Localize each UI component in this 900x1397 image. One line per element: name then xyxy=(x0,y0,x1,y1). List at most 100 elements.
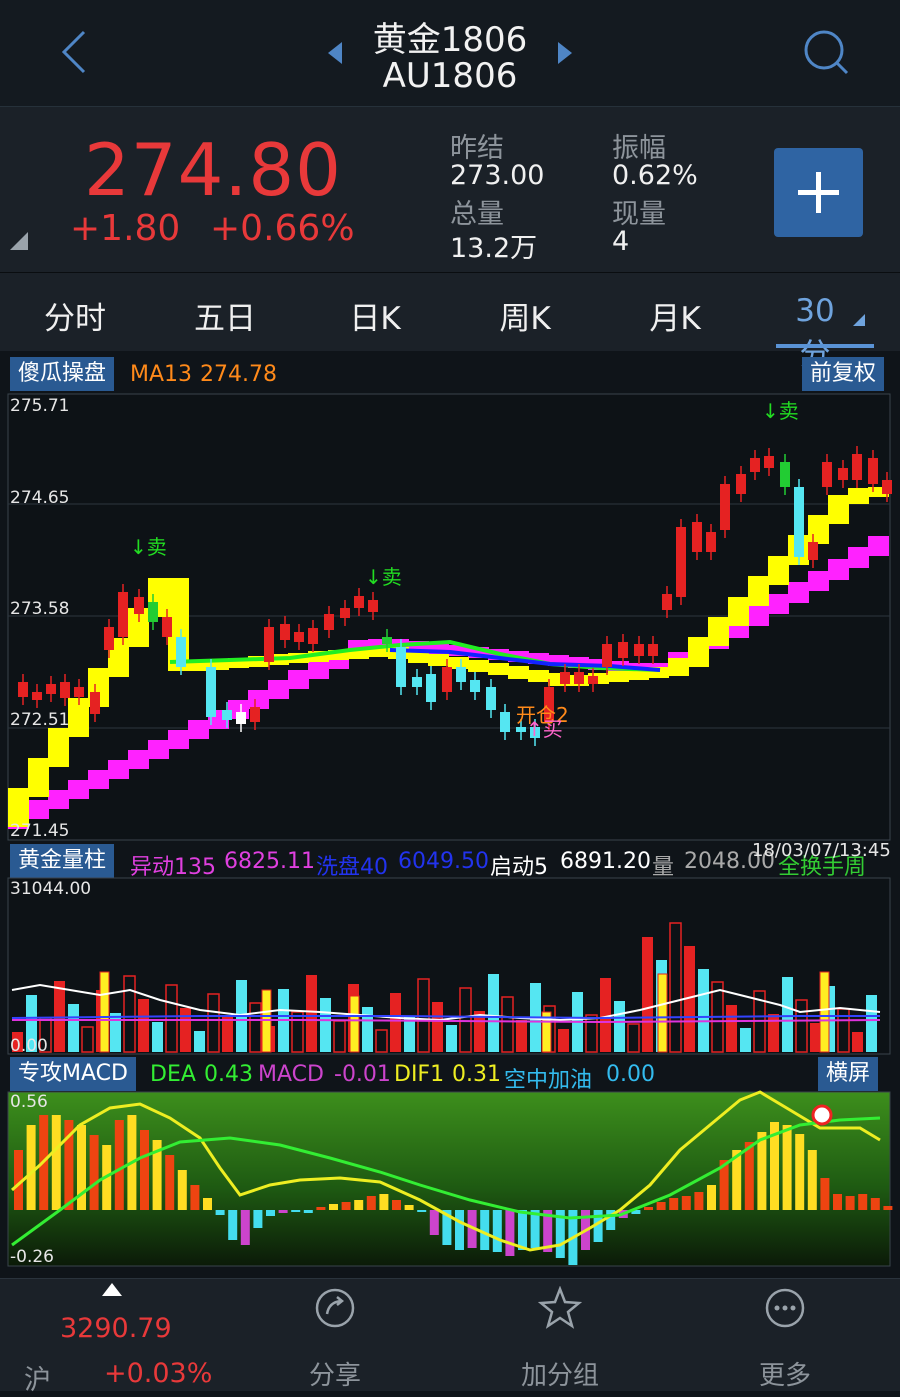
macd-bar xyxy=(165,1155,175,1210)
macd-bar xyxy=(89,1135,99,1210)
volume-highlight-bar xyxy=(657,973,668,1053)
macd-bar xyxy=(820,1178,830,1210)
ma-value: 274.78 xyxy=(200,362,277,387)
adjust-button[interactable]: 前复权 xyxy=(802,357,885,391)
back-button[interactable] xyxy=(48,26,96,78)
index-value[interactable]: 3290.79 xyxy=(60,1313,172,1344)
search-icon xyxy=(804,30,849,75)
candle-body xyxy=(750,458,760,472)
macd-legend-dif-label: DIF1 xyxy=(394,1062,445,1087)
period-tabs: 分时 五日 日K 周K 月K 30分 xyxy=(0,272,900,373)
macd-bar xyxy=(215,1210,225,1215)
candle-body xyxy=(720,484,730,530)
candle-body xyxy=(692,522,702,552)
volume-bar xyxy=(110,1013,121,1052)
ma-slow-segment xyxy=(168,730,189,749)
ma-fast-segment xyxy=(488,663,509,675)
main-indicator-label[interactable]: 傻瓜操盘 xyxy=(10,357,115,391)
more-label: 更多 xyxy=(758,1361,811,1391)
macd-bar xyxy=(228,1210,238,1240)
macd-bar xyxy=(392,1200,401,1210)
share-button[interactable]: 分享 xyxy=(280,1286,390,1392)
macd-y-min: -0.26 xyxy=(10,1247,54,1267)
candle-body xyxy=(852,454,862,480)
macd-legend-macd-value: -0.01 xyxy=(334,1062,391,1087)
current-volume-value: 4 xyxy=(612,226,630,257)
volume-bar xyxy=(68,1004,79,1052)
sell-signal-1: ↓卖 xyxy=(130,535,167,559)
volume-bar xyxy=(138,999,149,1052)
macd-bar xyxy=(707,1185,716,1210)
macd-indicator-label[interactable]: 专攻MACD xyxy=(10,1057,136,1091)
plus-icon xyxy=(798,172,839,213)
bar-timestamp: 18/03/07/13:45 xyxy=(752,840,891,861)
add-group-button[interactable]: 加分组 xyxy=(505,1285,615,1392)
macd-legend-dea-value: 0.43 xyxy=(204,1062,253,1087)
candle-body xyxy=(222,710,232,720)
macd-legend-dea-label: DEA xyxy=(150,1062,196,1087)
ma-slow-segment xyxy=(68,780,89,799)
volume-chart xyxy=(7,877,891,1055)
more-icon xyxy=(765,1288,805,1328)
candle-body xyxy=(308,628,318,644)
ma-slow-segment xyxy=(48,790,69,809)
macd-bar xyxy=(291,1210,301,1212)
sell-signal-2: ↓卖 xyxy=(365,565,402,589)
candle-body xyxy=(764,456,774,468)
tab-daily-k[interactable]: 日K xyxy=(340,293,410,338)
macd-legend-macd-label: MACD xyxy=(258,1062,324,1087)
next-contract-button[interactable] xyxy=(552,38,578,68)
more-button[interactable]: 更多 xyxy=(730,1286,840,1392)
contract-code: AU1806 xyxy=(382,56,518,96)
candle-body xyxy=(148,602,158,622)
macd-bar xyxy=(341,1202,351,1210)
amplitude-value: 0.62% xyxy=(612,160,698,191)
tab-weekly-k[interactable]: 周K xyxy=(490,293,560,338)
ma-slow-segment xyxy=(128,750,149,769)
candle-body xyxy=(324,614,334,630)
candle-body xyxy=(280,624,290,640)
previous-contract-button[interactable] xyxy=(322,38,348,68)
candlestick-chart: ↓卖 ↓卖 ↓卖 开仓2 ↑买 xyxy=(7,393,892,841)
active-tab-indicator xyxy=(776,344,874,348)
tab-intraday[interactable]: 分时 xyxy=(40,293,110,338)
volume-highlight-bar xyxy=(349,995,360,1053)
candle-body xyxy=(118,592,128,637)
ma-slow-segment xyxy=(868,536,889,556)
up-arrow-icon xyxy=(102,1283,122,1296)
ma-slow-segment xyxy=(848,547,869,568)
macd-bar xyxy=(795,1134,805,1210)
macd-bar xyxy=(455,1210,464,1250)
candle-body xyxy=(882,480,892,494)
volume-bar xyxy=(306,975,317,1052)
sell-signal-3: ↓卖 xyxy=(762,399,799,423)
candle-body xyxy=(486,687,496,710)
ma-slow-segment xyxy=(828,559,849,580)
macd-bar xyxy=(492,1210,502,1252)
candle-body xyxy=(104,627,114,650)
search-button[interactable] xyxy=(800,26,852,78)
ma-fast-segment xyxy=(48,728,69,767)
volume-bar xyxy=(180,1008,191,1052)
ma-fast-segment xyxy=(468,660,489,672)
candle-body xyxy=(574,672,584,684)
tab-five-day[interactable]: 五日 xyxy=(190,293,260,338)
ma-fast-segment xyxy=(808,515,829,544)
macd-legend-dif-value: 0.31 xyxy=(452,1062,501,1087)
candle-body xyxy=(60,682,70,698)
macd-bar xyxy=(807,1150,817,1210)
volume-bar xyxy=(488,974,499,1052)
candle-body xyxy=(32,692,42,700)
candle-body xyxy=(90,692,100,714)
macd-bar xyxy=(114,1120,124,1210)
add-watchlist-button[interactable] xyxy=(774,148,863,237)
macd-bar xyxy=(744,1142,754,1210)
volume-indicator-label[interactable]: 黄金量柱 xyxy=(10,844,115,878)
landscape-button[interactable]: 横屏 xyxy=(818,1057,879,1091)
volume-bar xyxy=(390,993,401,1052)
volume-bar xyxy=(516,1020,527,1052)
ma-slow-segment xyxy=(148,740,169,759)
tab-monthly-k[interactable]: 月K xyxy=(640,293,710,338)
ma-slow-segment xyxy=(188,720,209,739)
ma-fast-segment xyxy=(508,666,529,679)
